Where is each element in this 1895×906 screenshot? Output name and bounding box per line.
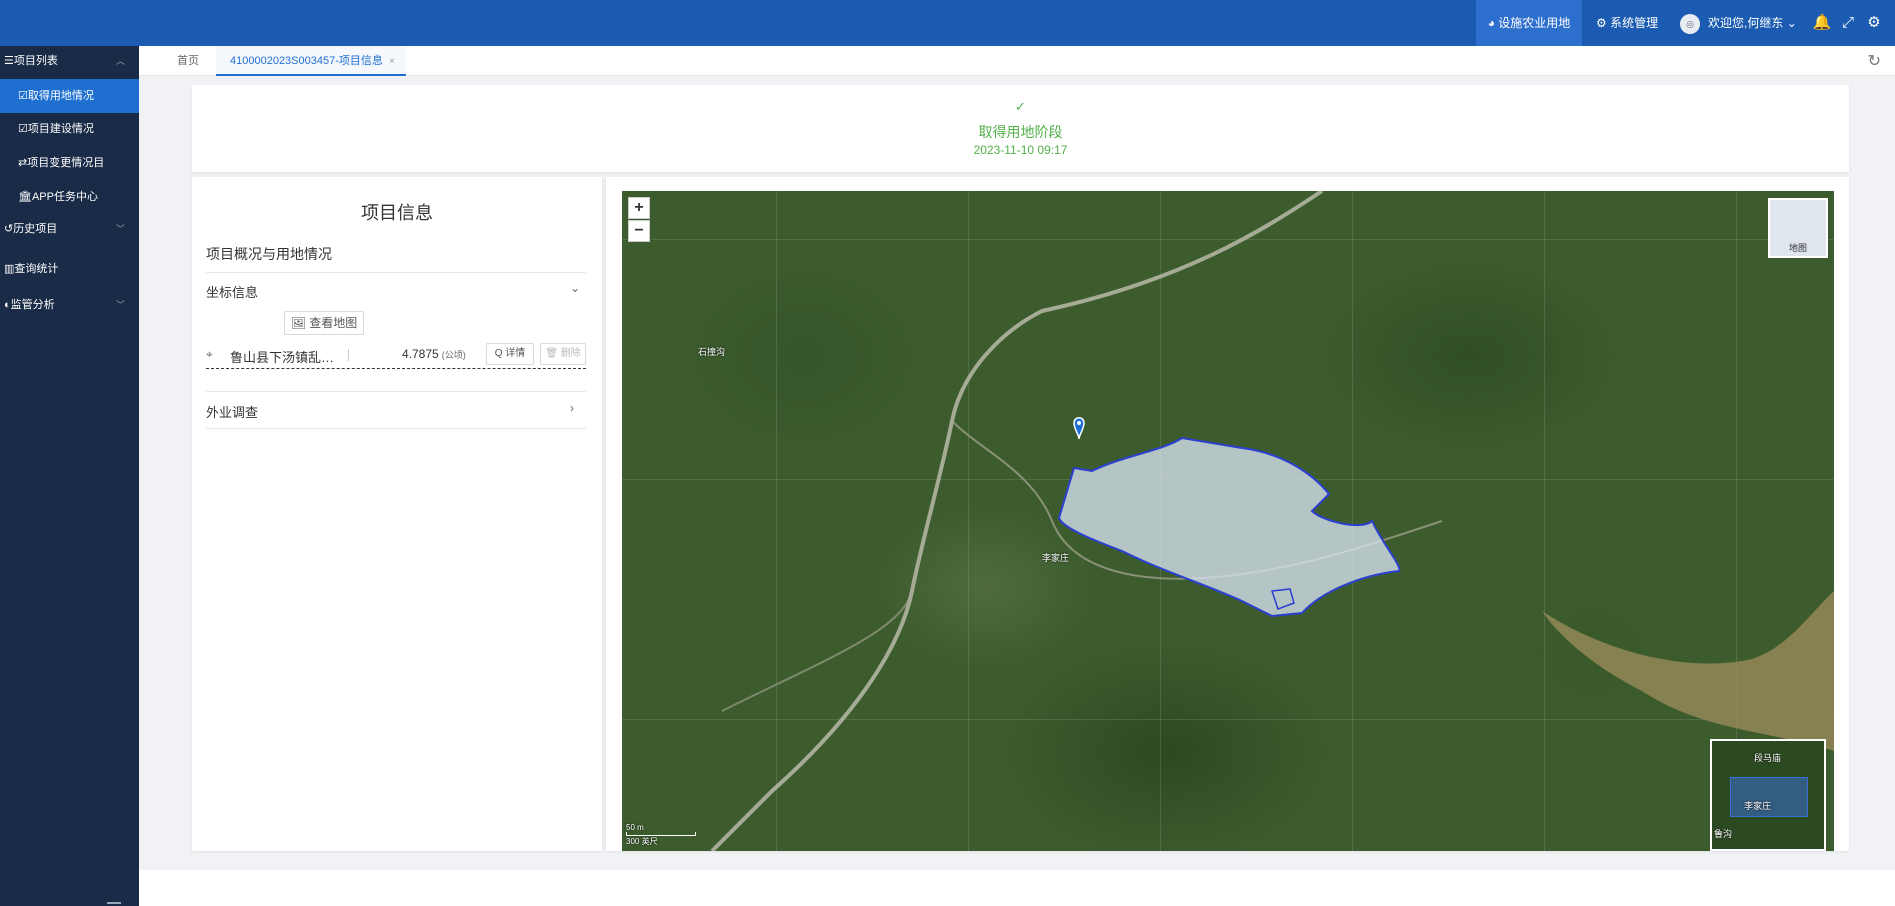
area-unit: (公顷) xyxy=(441,350,466,360)
bell-icon[interactable]: 🔔 xyxy=(1812,12,1832,34)
overview-map[interactable]: 段马庙 李家庄 鲁沟 xyxy=(1710,739,1826,851)
check-icon: ✓ xyxy=(1015,99,1026,114)
satellite-map[interactable]: 石撞沟 李家庄 + − 地图 段马庙 李家庄 鲁沟 50 m 300 英尺 xyxy=(622,191,1834,851)
stage-time: 2023-11-10 09:17 xyxy=(973,143,1068,157)
close-icon[interactable]: × xyxy=(389,56,395,67)
project-info-panel: 项目信息 项目概况与用地情况 坐标信息 ⌄ 🖼 查看地图 ⌖ 鲁山县下汤镇乱石沟… xyxy=(192,177,602,851)
module-tab-facility-agri[interactable]: ◕ 设施农业用地 xyxy=(1476,0,1582,46)
divider xyxy=(206,391,586,392)
detail-button[interactable]: Q 详情 xyxy=(486,343,534,365)
survey-section-header[interactable]: 外业调查 xyxy=(206,402,258,421)
place-label: 石撞沟 xyxy=(698,347,726,357)
land-parcel-polygon[interactable] xyxy=(1057,436,1401,618)
sidebar-item-label: ☑取得用地情况 xyxy=(18,90,94,102)
sidebar: ☰项目列表 ︿ ☑取得用地情况 ☑项目建设情况 ⇄项目变更情况目 🏛APP任务中… xyxy=(0,46,139,906)
settings-icon[interactable]: ⚙ xyxy=(1864,12,1884,34)
sidebar-group-history[interactable]: ↺历史项目 ﹀ xyxy=(0,214,139,244)
stage-name: 取得用地阶段 xyxy=(978,124,1063,140)
tab-home[interactable]: 首页 xyxy=(177,46,199,76)
module-label: 设施农业用地 xyxy=(1498,16,1571,30)
map-scale: 50 m 300 英尺 xyxy=(626,823,696,847)
zoom-in-button[interactable]: + xyxy=(628,197,650,219)
scale-label: 50 m xyxy=(626,823,644,832)
gears-icon: ⚙ xyxy=(1596,16,1611,30)
sidebar-item-label: 🏛APP任务中心 xyxy=(18,191,98,203)
location-pin-icon[interactable] xyxy=(1073,417,1085,440)
chevron-down-icon: ﹀ xyxy=(115,300,125,310)
user-menu[interactable]: ◎ 欢迎您,何继东 ⌄ xyxy=(1680,0,1797,46)
tab-label: 4100002023S003457-项目信息 xyxy=(230,55,383,67)
coord-section-header[interactable]: 坐标信息 xyxy=(206,282,258,301)
overview-place-label: 段马庙 xyxy=(1754,753,1782,763)
module-tab-system[interactable]: ⚙ 系统管理 xyxy=(1596,0,1658,46)
sidebar-group-query[interactable]: ▥查询统计 xyxy=(0,254,139,284)
overview-place-label: 鲁沟 xyxy=(1714,829,1733,839)
area-value: 4.7875 xyxy=(402,347,439,361)
system-label: 系统管理 xyxy=(1610,16,1659,30)
delete-button[interactable]: 🗑 删除 xyxy=(540,343,586,365)
sidebar-item-label: ⇄项目变更情况目 xyxy=(18,157,105,169)
reservoir xyxy=(1542,591,1834,751)
overview-place-label: 李家庄 xyxy=(1744,801,1772,811)
chevron-up-icon: ︿ xyxy=(115,56,125,66)
sidebar-group-monitor[interactable]: ◐监管分析 ﹀ xyxy=(0,290,139,320)
refresh-icon[interactable]: ↻ xyxy=(1868,51,1881,71)
sidebar-item-label: ☑项目建设情况 xyxy=(18,123,94,135)
location-pin-icon: ⌖ xyxy=(206,347,213,361)
leaf-icon: ◕ xyxy=(1487,16,1499,30)
sidebar-group-label: ↺历史项目 xyxy=(4,223,58,235)
divider xyxy=(348,349,349,361)
zoom-out-button[interactable]: − xyxy=(628,220,650,242)
layer-switch-label: 地图 xyxy=(1788,243,1807,253)
stage-card: ✓ 取得用地阶段 2023-11-10 09:17 xyxy=(192,85,1849,172)
fullscreen-icon[interactable]: ⤢ xyxy=(1838,12,1858,34)
pin-dot xyxy=(1077,421,1081,425)
chevron-right-icon[interactable]: › xyxy=(570,401,574,415)
sidebar-item-changes[interactable]: ⇄项目变更情况目 xyxy=(0,148,139,178)
coord-name: 鲁山县下汤镇乱石沟村 xyxy=(230,350,338,365)
coord-area: 4.7875 (公顷) xyxy=(402,347,466,361)
chevron-down-icon: ﹀ xyxy=(115,224,125,234)
footer-area xyxy=(139,870,1895,906)
map-panel: 石撞沟 李家庄 + − 地图 段马庙 李家庄 鲁沟 50 m 300 英尺 xyxy=(606,177,1849,851)
page-title: 项目信息 xyxy=(361,203,433,223)
sidebar-group-label: ◐监管分析 xyxy=(4,299,55,311)
sidebar-group-label: ▥查询统计 xyxy=(4,263,59,275)
coord-row: ⌖ 鲁山县下汤镇乱石沟村 4.7875(公顷) Q 详情 🗑 删除 xyxy=(206,341,586,369)
layer-switch-button[interactable]: 地图 xyxy=(1768,198,1828,258)
sidebar-collapse-handle[interactable] xyxy=(107,902,121,904)
sidebar-item-app-tasks[interactable]: 🏛APP任务中心 xyxy=(0,182,139,212)
sidebar-group-projects[interactable]: ☰项目列表 ︿ xyxy=(0,46,139,76)
top-bar: ◕ 设施农业用地 ⚙ 系统管理 ◎ 欢迎您,何继东 ⌄ 🔔 ⤢ ⚙ xyxy=(0,0,1895,46)
sidebar-group-label: ☰项目列表 xyxy=(4,55,58,67)
sidebar-item-land-acquisition[interactable]: ☑取得用地情况 xyxy=(0,79,139,113)
tab-bar: 首页 4100002023S003457-项目信息 × ↻ xyxy=(139,46,1895,76)
sidebar-item-construction[interactable]: ☑项目建设情况 xyxy=(0,114,139,144)
tab-project-info[interactable]: 4100002023S003457-项目信息 × xyxy=(216,46,406,76)
divider xyxy=(206,428,586,429)
road xyxy=(721,590,913,712)
map-overlay xyxy=(710,191,1834,851)
avatar: ◎ xyxy=(1680,13,1700,34)
view-map-button[interactable]: 🖼 查看地图 xyxy=(284,311,364,335)
place-label: 李家庄 xyxy=(1042,553,1070,563)
scale-sub-label: 300 英尺 xyxy=(626,837,658,846)
divider xyxy=(206,272,586,273)
chevron-down-icon: ⌄ xyxy=(1786,16,1797,30)
section-subtitle: 项目概况与用地情况 xyxy=(206,246,332,262)
welcome-text: 欢迎您,何继东 xyxy=(1708,16,1784,30)
chevron-down-icon[interactable]: ⌄ xyxy=(570,281,580,295)
